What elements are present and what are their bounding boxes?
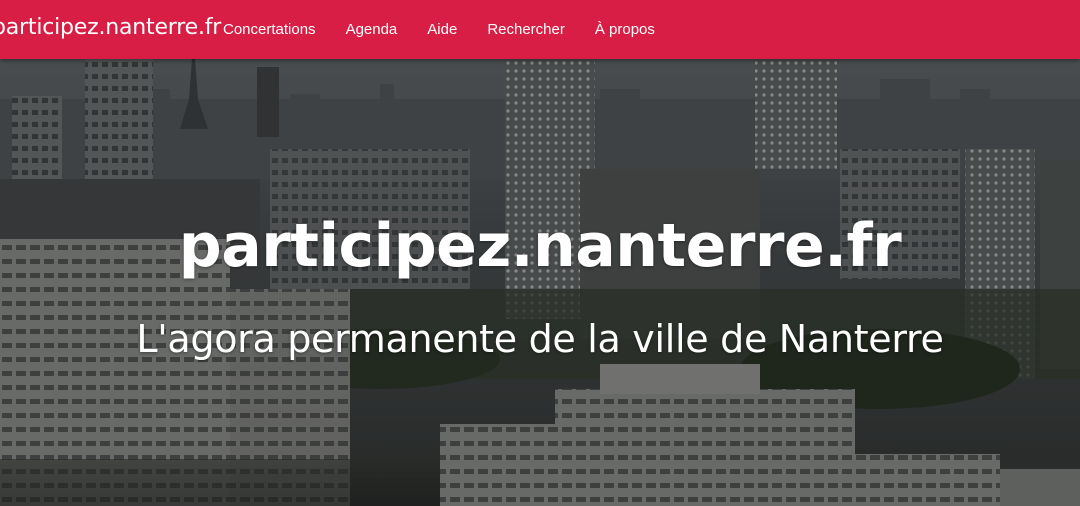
- nav-item-agenda: Agenda: [331, 0, 413, 59]
- main-nav: Concertations Agenda Aide Rechercher À p…: [208, 0, 670, 59]
- nav-link-concertations[interactable]: Concertations: [208, 0, 331, 59]
- site-brand-link[interactable]: participez.nanterre.fr: [0, 13, 221, 43]
- nav-link-aide[interactable]: Aide: [412, 0, 472, 59]
- nav-item-concertations: Concertations: [208, 0, 331, 59]
- nav-item-aide: Aide: [412, 0, 472, 59]
- nav-link-rechercher[interactable]: Rechercher: [472, 0, 580, 59]
- top-navbar: participez.nanterre.fr Concertations Age…: [0, 0, 1080, 59]
- nav-link-a-propos[interactable]: À propos: [580, 0, 670, 59]
- hero-banner: participez.nanterre.fr L'agora permanent…: [0, 59, 1080, 506]
- nav-link-agenda[interactable]: Agenda: [331, 0, 413, 59]
- nav-item-rechercher: Rechercher: [472, 0, 580, 59]
- hero-subtitle: L'agora permanente de la ville de Nanter…: [136, 317, 944, 361]
- nav-item-a-propos: À propos: [580, 0, 670, 59]
- hero-title: participez.nanterre.fr: [178, 211, 902, 281]
